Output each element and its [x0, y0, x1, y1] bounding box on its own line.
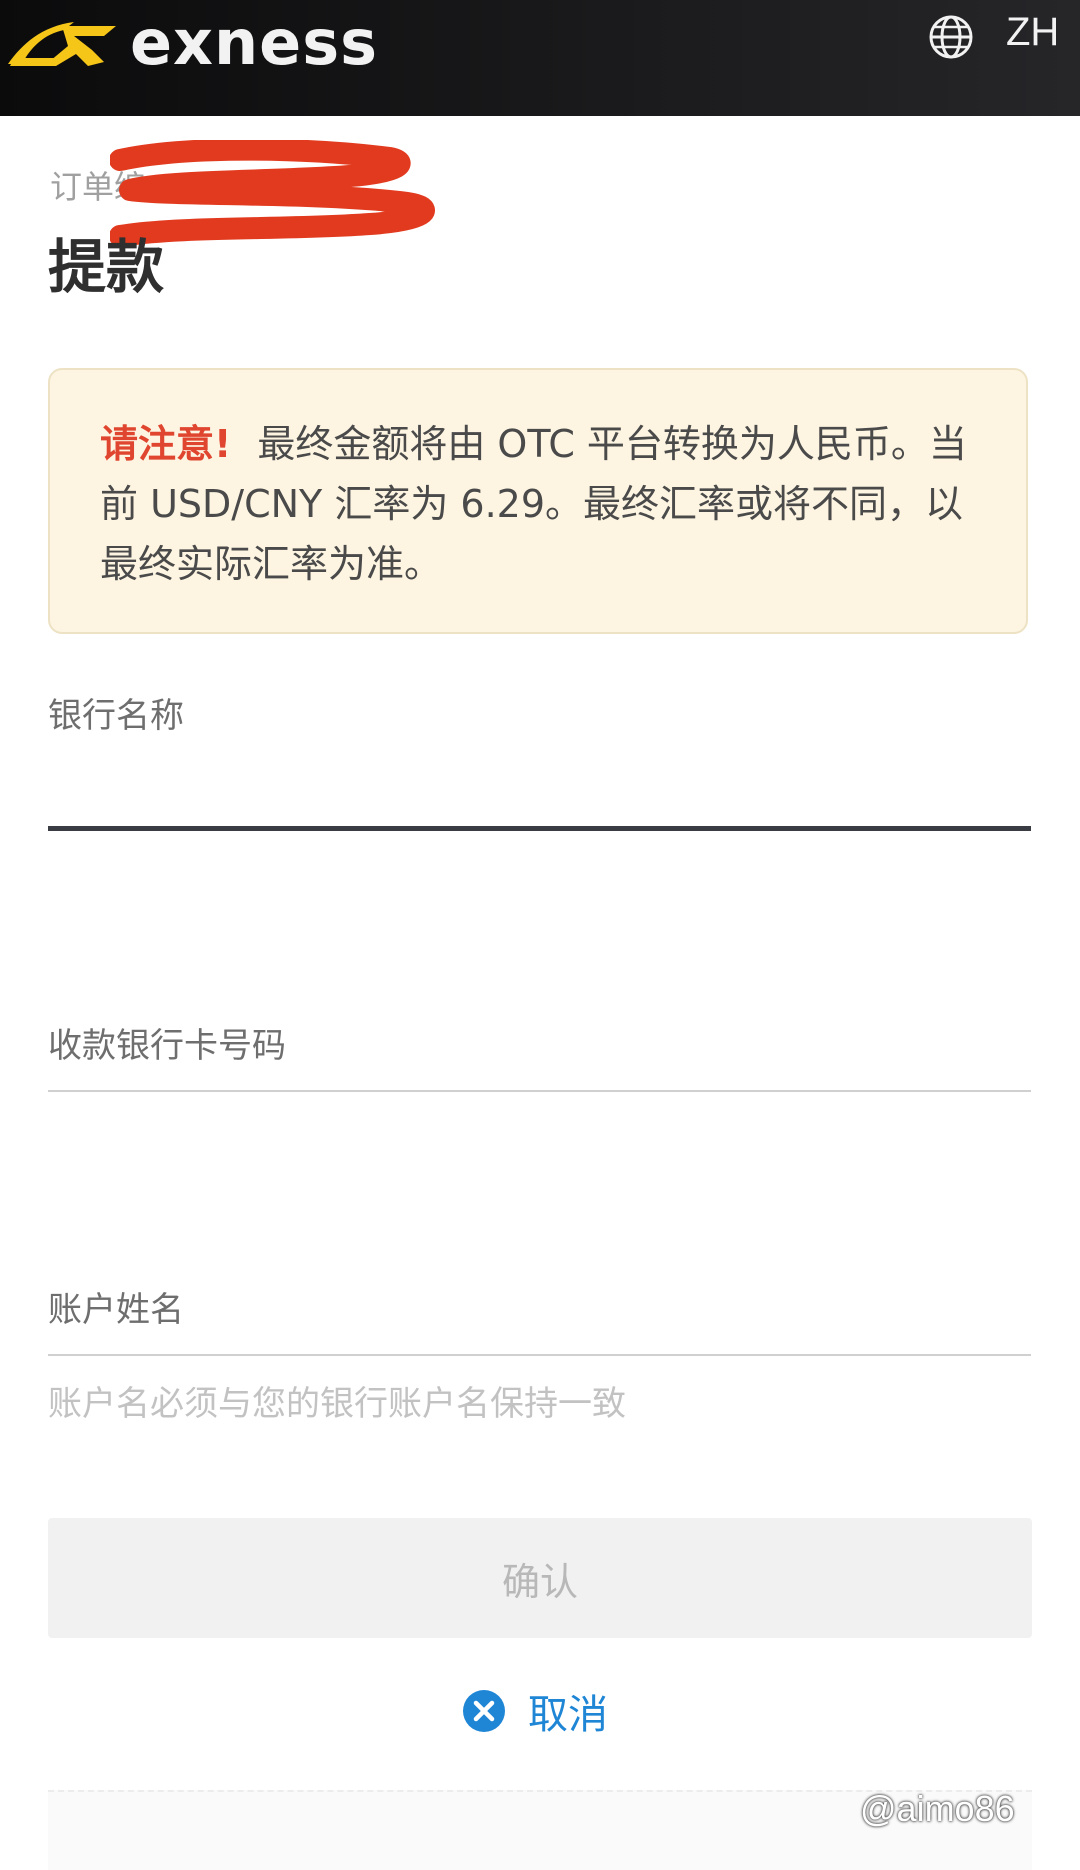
page-title: 提款 [48, 233, 165, 301]
card-number-input[interactable] [48, 1090, 1031, 1092]
confirm-button[interactable]: 确认 [48, 1518, 1032, 1638]
cancel-label: 取消 [528, 1692, 608, 1738]
exness-logo-icon [8, 22, 116, 66]
card-number-label: 收款银行卡号码 [48, 1026, 286, 1066]
account-name-label: 账户姓名 [48, 1290, 184, 1330]
bank-name-input[interactable] [48, 826, 1031, 831]
bank-name-label: 银行名称 [48, 696, 184, 736]
top-bar: exness ZH [0, 0, 1080, 116]
language-toggle[interactable]: ZH [1006, 10, 1059, 55]
redaction-scribble [110, 140, 435, 247]
globe-icon[interactable] [926, 12, 976, 62]
conversion-notice: 请注意! 最终金额将由 OTC 平台转换为人民币。当前 USD/CNY 汇率为 6… [48, 368, 1028, 634]
cancel-button[interactable]: 取消 [462, 1686, 608, 1738]
watermark: @aimo86 [860, 1788, 1015, 1829]
notice-attention: 请注意! [100, 422, 232, 466]
logo-text: exness [130, 6, 379, 79]
account-name-input[interactable] [48, 1354, 1031, 1356]
account-name-hint: 账户名必须与您的银行账户名保持一致 [48, 1384, 626, 1424]
close-circle-icon [463, 1690, 505, 1732]
